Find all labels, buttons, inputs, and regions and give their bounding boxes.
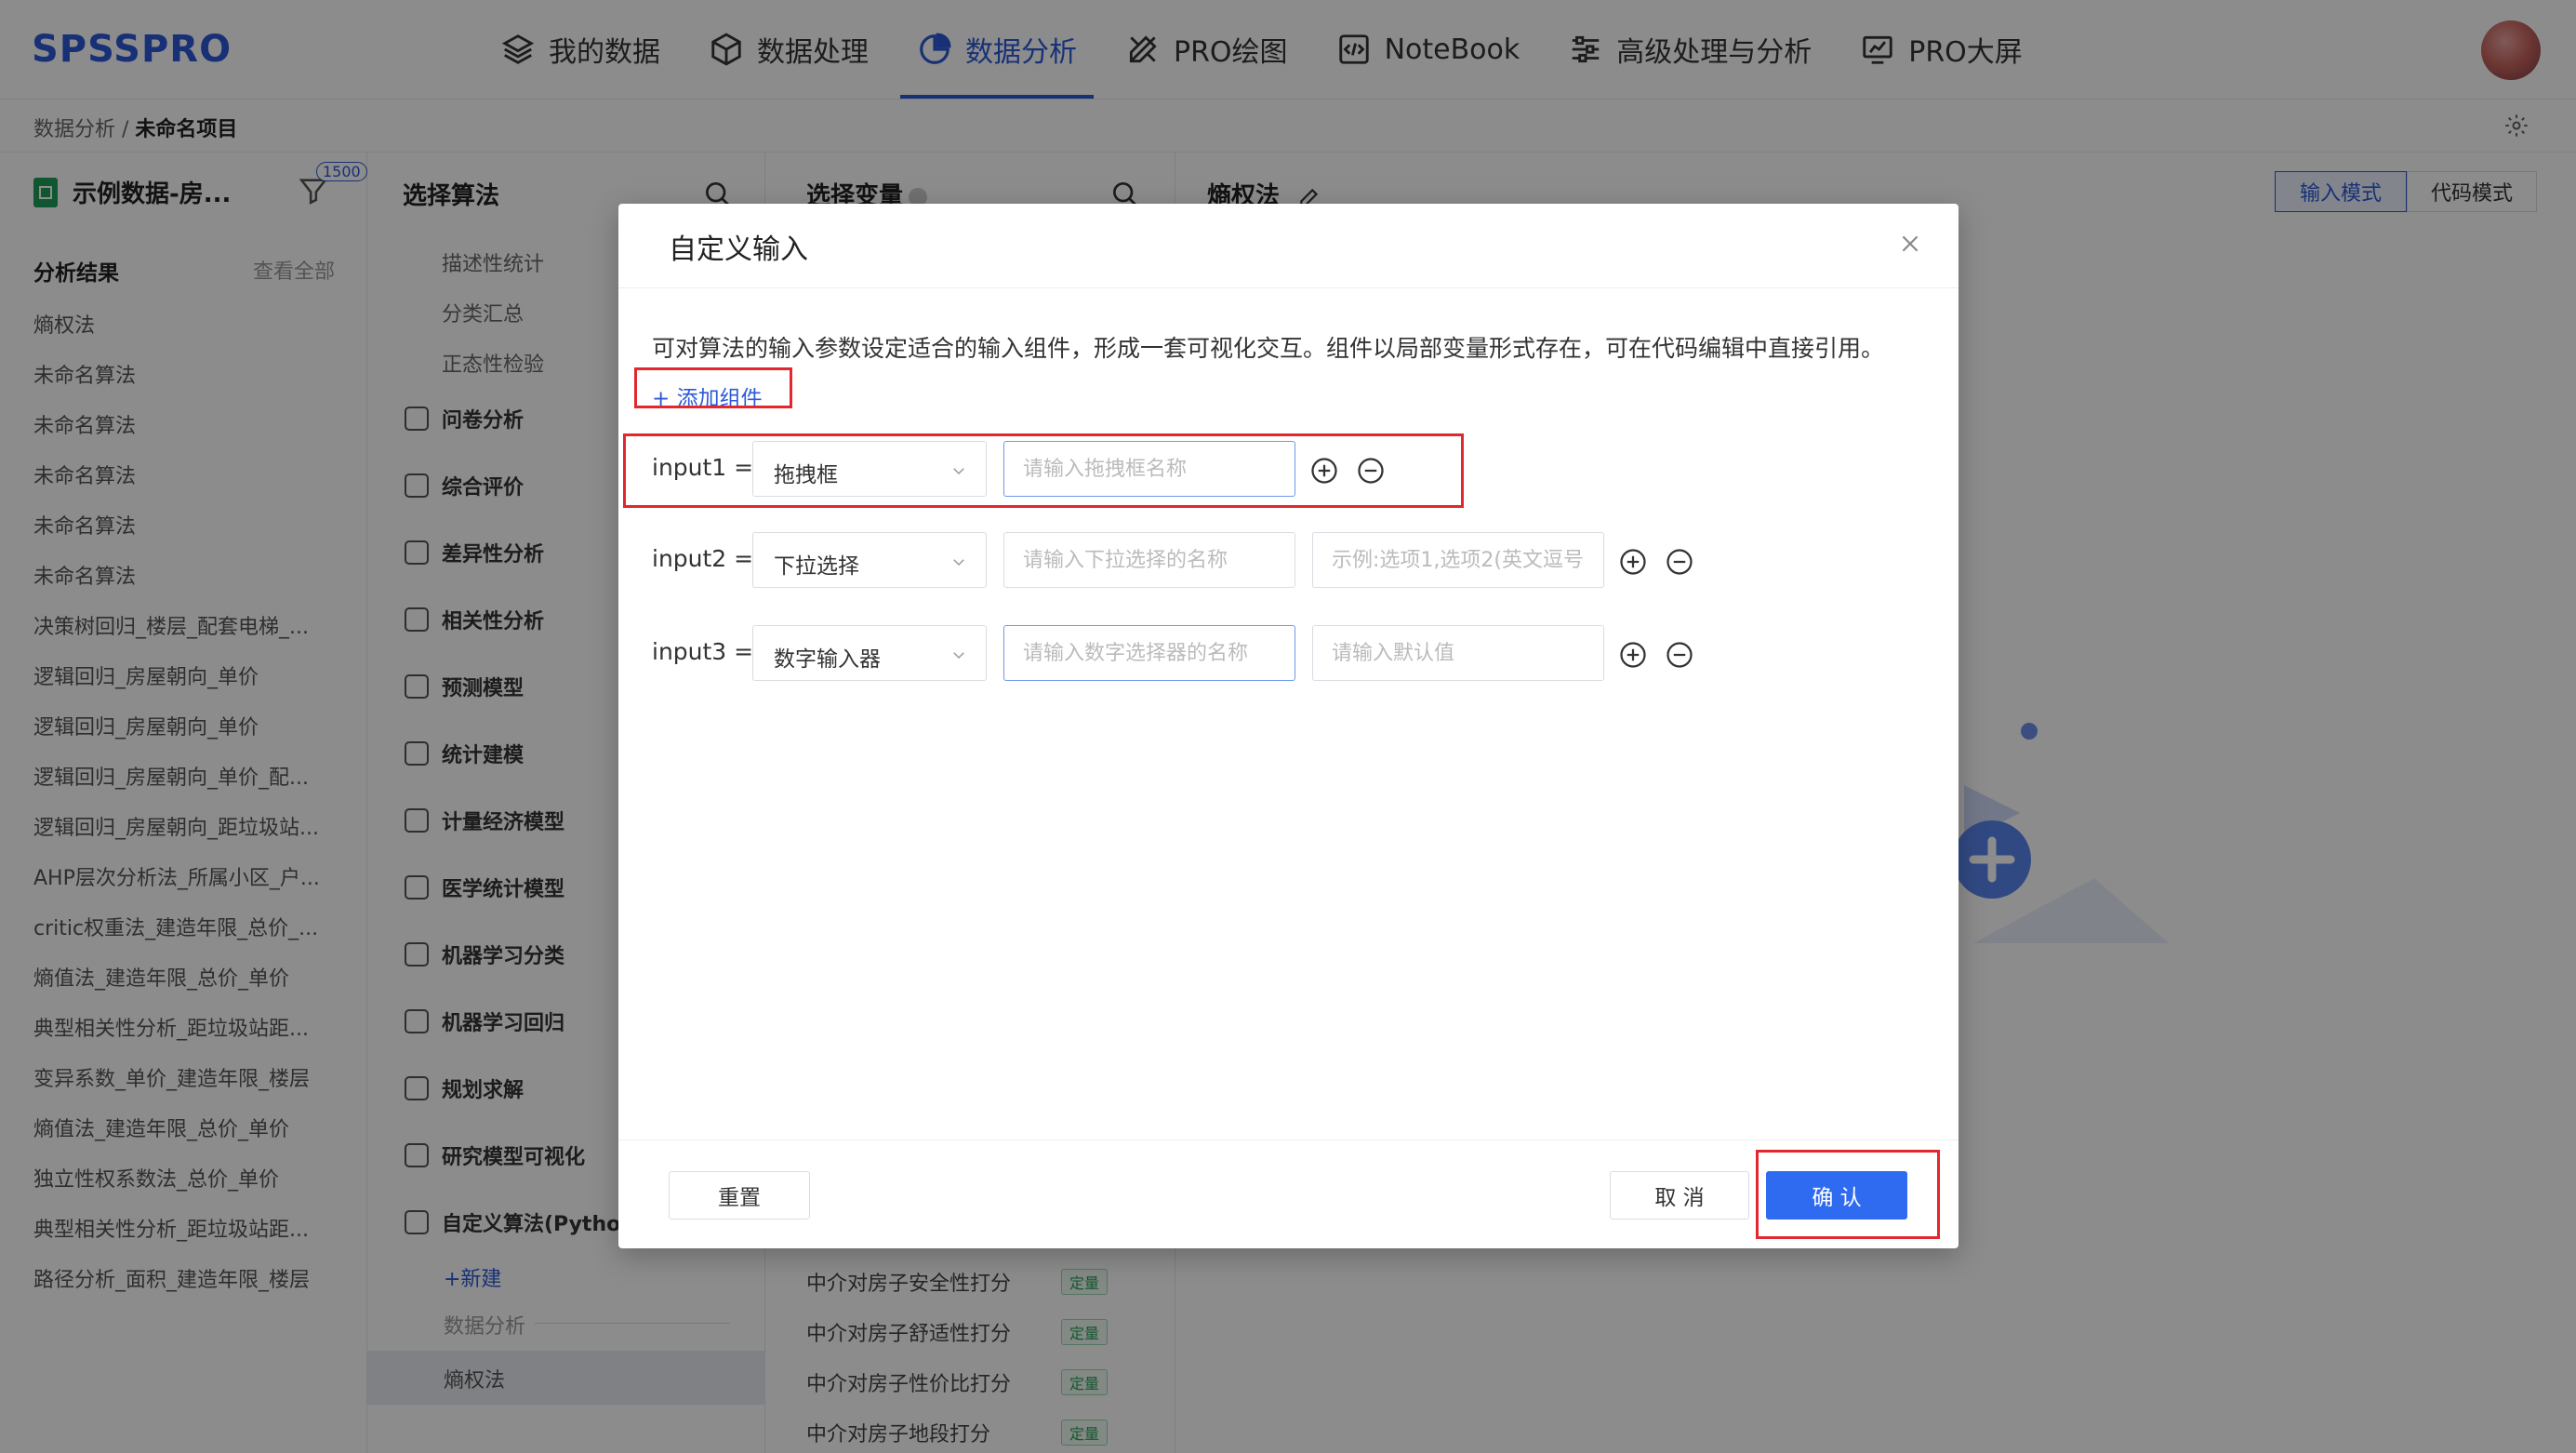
component-type-select[interactable]: 数字输入器 [752, 625, 987, 681]
input-row-3: input3 = 数字输入器 [652, 625, 1935, 683]
add-row-icon[interactable] [1619, 641, 1647, 669]
chevron-down-icon [953, 652, 964, 660]
cancel-button[interactable]: 取 消 [1610, 1171, 1749, 1220]
highlight-box [1756, 1150, 1940, 1239]
options-input[interactable] [1312, 532, 1604, 588]
close-icon[interactable] [1898, 232, 1922, 256]
component-type-select[interactable]: 下拉选择 [752, 532, 987, 588]
dialog-description: 可对算法的输入参数设定适合的输入组件，形成一套可视化交互。组件以局部变量形式存在… [652, 335, 1885, 362]
remove-row-icon[interactable] [1666, 641, 1693, 669]
dialog-title: 自定义输入 [669, 233, 808, 266]
custom-input-dialog: 自定义输入 可对算法的输入参数设定适合的输入组件，形成一套可视化交互。组件以局部… [618, 204, 1959, 1248]
add-row-icon[interactable] [1619, 548, 1647, 576]
select-value: 下拉选择 [774, 554, 859, 579]
select-value: 数字输入器 [774, 647, 881, 672]
component-name-input[interactable] [1003, 532, 1295, 588]
chevron-down-icon [953, 559, 964, 567]
dialog-header: 自定义输入 [618, 204, 1959, 288]
component-name-input[interactable] [1003, 625, 1295, 681]
highlight-box [634, 367, 792, 408]
input-row-2: input2 = 下拉选择 [652, 532, 1935, 590]
highlight-box [623, 433, 1464, 508]
row-label: input2 = [652, 545, 754, 572]
default-value-input[interactable] [1312, 625, 1604, 681]
row-label: input3 = [652, 638, 754, 665]
reset-button[interactable]: 重置 [669, 1171, 810, 1220]
remove-row-icon[interactable] [1666, 548, 1693, 576]
